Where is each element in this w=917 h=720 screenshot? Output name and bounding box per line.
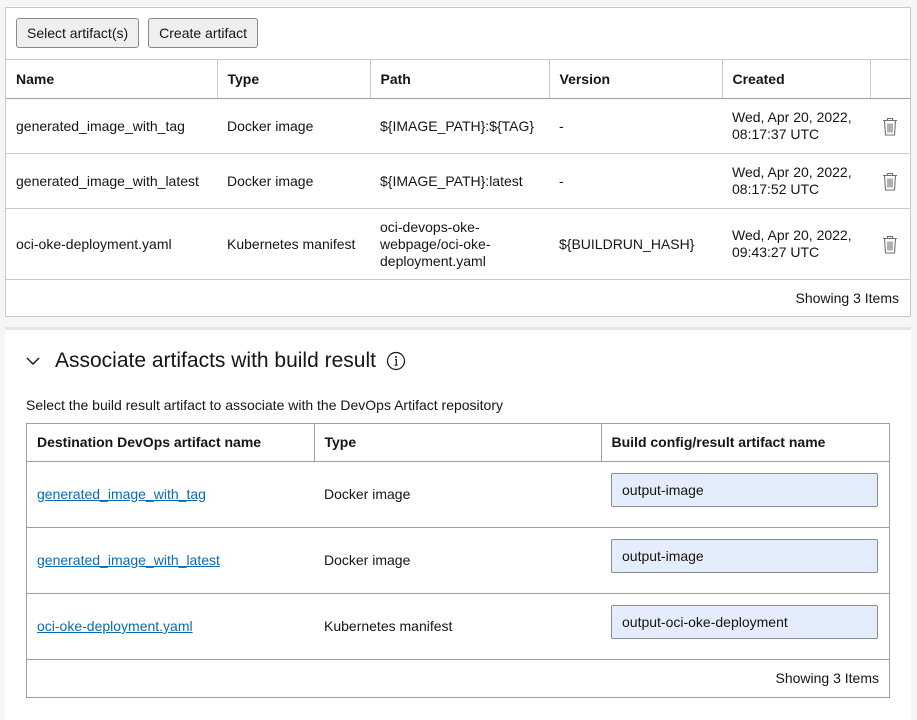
created-time: 08:17:37 UTC bbox=[732, 126, 820, 142]
trash-icon[interactable] bbox=[882, 235, 898, 254]
result-artifact-field[interactable]: output-oci-oke-deployment bbox=[611, 604, 878, 639]
items-count: Showing 3 Items bbox=[795, 290, 900, 306]
table-row: generated_image_with_latest Docker image… bbox=[27, 527, 889, 594]
artifact-type: Docker image bbox=[217, 153, 370, 209]
artifact-name: generated_image_with_tag bbox=[6, 98, 217, 154]
artifact-created: Wed, Apr 20, 2022, 08:17:52 UTC bbox=[722, 153, 870, 209]
artifact-path: ${IMAGE_PATH}:${TAG} bbox=[370, 98, 549, 154]
column-header-type[interactable]: Type bbox=[217, 59, 371, 99]
section-header: Associate artifacts with build result bbox=[25, 349, 406, 373]
result-cell: output-image bbox=[601, 527, 889, 594]
destination-cell: generated_image_with_latest bbox=[27, 527, 314, 594]
artifact-path: ${IMAGE_PATH}:latest bbox=[370, 153, 549, 209]
path-line: webpage/oci-oke- bbox=[380, 235, 491, 252]
column-header-created[interactable]: Created bbox=[722, 59, 871, 99]
type-cell: Docker image bbox=[314, 527, 601, 594]
artifact-link[interactable]: oci-oke-deployment.yaml bbox=[37, 618, 193, 634]
column-header-path[interactable]: Path bbox=[370, 59, 550, 99]
result-artifact-field[interactable]: output-image bbox=[611, 472, 878, 507]
artifact-type: Kubernetes manifest bbox=[217, 208, 370, 280]
artifact-name: generated_image_with_latest bbox=[6, 153, 217, 209]
artifacts-panel: Select artifact(s) Create artifact Name … bbox=[5, 7, 911, 317]
delete-cell bbox=[870, 153, 910, 209]
table-header-row: Name Type Path Version Created bbox=[6, 59, 910, 99]
associate-table: Destination DevOps artifact name Type Bu… bbox=[27, 424, 889, 660]
artifacts-table: Name Type Path Version Created generated… bbox=[6, 59, 910, 280]
artifact-created: Wed, Apr 20, 2022, 08:17:37 UTC bbox=[722, 98, 870, 154]
delete-cell bbox=[870, 98, 910, 154]
created-time: 08:17:52 UTC bbox=[732, 181, 820, 197]
items-count: Showing 3 Items bbox=[775, 670, 880, 686]
artifact-version: - bbox=[549, 153, 722, 209]
result-artifact-field[interactable]: output-image bbox=[611, 538, 878, 573]
column-header-actions bbox=[870, 59, 910, 99]
table-row: oci-oke-deployment.yaml Kubernetes manif… bbox=[27, 593, 889, 660]
table-row: oci-oke-deployment.yaml Kubernetes manif… bbox=[6, 208, 910, 280]
artifact-link[interactable]: generated_image_with_tag bbox=[37, 486, 206, 502]
type-cell: Kubernetes manifest bbox=[314, 593, 601, 660]
table-header-row: Destination DevOps artifact name Type Bu… bbox=[27, 424, 889, 462]
delete-cell bbox=[870, 208, 910, 280]
destination-cell: oci-oke-deployment.yaml bbox=[27, 593, 314, 660]
associate-section: Associate artifacts with build result Se… bbox=[5, 327, 911, 720]
artifact-path: oci-devops-oke- webpage/oci-oke- deploym… bbox=[370, 208, 549, 280]
path-line: oci-devops-oke- bbox=[380, 218, 480, 235]
artifact-type: Docker image bbox=[217, 98, 370, 154]
artifact-created: Wed, Apr 20, 2022, 09:43:27 UTC bbox=[722, 208, 870, 280]
artifact-name: oci-oke-deployment.yaml bbox=[6, 208, 217, 280]
toolbar: Select artifact(s) Create artifact bbox=[16, 18, 259, 48]
created-date: Wed, Apr 20, 2022, bbox=[732, 109, 852, 125]
artifact-link[interactable]: generated_image_with_latest bbox=[37, 552, 220, 568]
chevron-down-icon[interactable] bbox=[25, 353, 41, 369]
table-row: generated_image_with_latest Docker image… bbox=[6, 153, 910, 209]
trash-icon[interactable] bbox=[882, 172, 898, 191]
column-header-destination[interactable]: Destination DevOps artifact name bbox=[27, 424, 315, 462]
path-line: deployment.yaml bbox=[380, 252, 486, 269]
artifact-version: ${BUILDRUN_HASH} bbox=[549, 208, 722, 280]
info-icon[interactable] bbox=[386, 351, 406, 371]
section-title: Associate artifacts with build result bbox=[55, 349, 376, 372]
destination-cell: generated_image_with_tag bbox=[27, 461, 314, 528]
artifact-version: - bbox=[549, 98, 722, 154]
created-time: 09:43:27 UTC bbox=[732, 244, 820, 260]
type-cell: Docker image bbox=[314, 461, 601, 528]
column-header-type[interactable]: Type bbox=[314, 424, 602, 462]
table-row: generated_image_with_tag Docker image ${… bbox=[6, 98, 910, 154]
created-date: Wed, Apr 20, 2022, bbox=[732, 227, 852, 243]
create-artifact-button[interactable]: Create artifact bbox=[148, 18, 259, 48]
created-date: Wed, Apr 20, 2022, bbox=[732, 164, 852, 180]
column-header-name[interactable]: Name bbox=[6, 59, 218, 99]
result-cell: output-image bbox=[601, 461, 889, 528]
column-header-result-artifact[interactable]: Build config/result artifact name bbox=[601, 424, 889, 462]
select-artifacts-button[interactable]: Select artifact(s) bbox=[16, 18, 140, 48]
result-cell: output-oci-oke-deployment bbox=[601, 593, 889, 660]
associate-table-container: Destination DevOps artifact name Type Bu… bbox=[26, 423, 890, 698]
trash-icon[interactable] bbox=[882, 117, 898, 136]
table-row: generated_image_with_tag Docker image ou… bbox=[27, 461, 889, 528]
column-header-version[interactable]: Version bbox=[549, 59, 723, 99]
section-description: Select the build result artifact to asso… bbox=[26, 397, 503, 413]
